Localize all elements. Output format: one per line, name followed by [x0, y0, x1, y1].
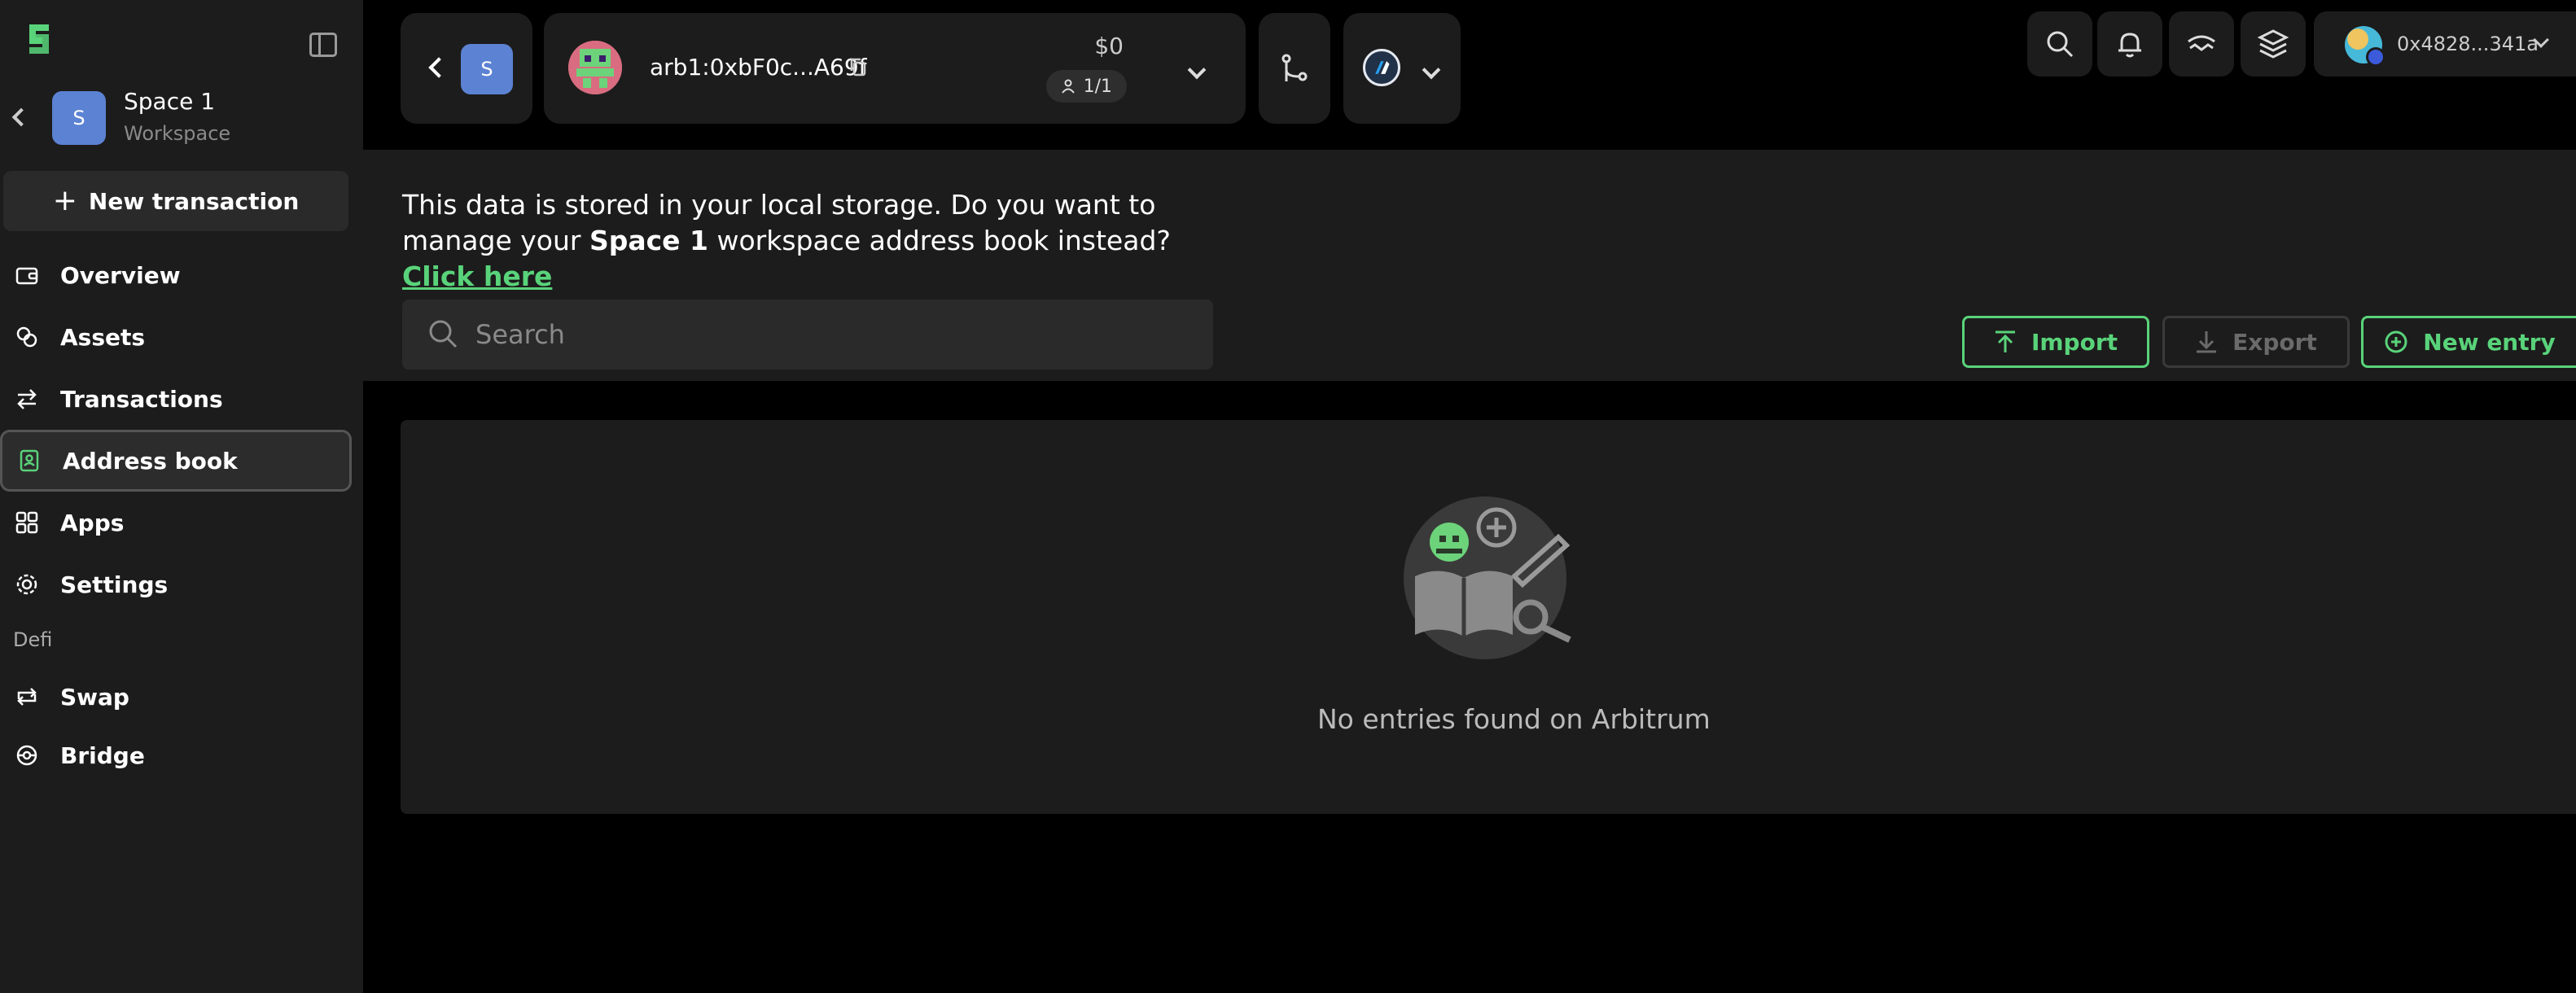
swap-icon — [17, 688, 37, 706]
empty-state-message: No entries found on Arbitrum — [1317, 703, 1711, 735]
transaction-builder-button[interactable] — [1259, 13, 1330, 124]
back-chevron-icon[interactable] — [428, 57, 449, 78]
safe-identicon-avatar — [568, 41, 622, 94]
connected-wallet-button[interactable]: 0x4828...341a — [2314, 11, 2576, 77]
safe-account-selector[interactable]: arb1:0xbF0c...A69f $0 1/1 — [544, 13, 1246, 124]
new-entry-label: New entry — [2423, 328, 2556, 356]
person-icon — [1061, 79, 1075, 94]
sidebar-item-assets[interactable]: Assets — [0, 306, 352, 368]
sidebar-item-label: Assets — [60, 323, 146, 351]
sidebar-item-label: Swap — [60, 683, 129, 711]
plus-icon: + — [52, 184, 77, 217]
import-label: Import — [2031, 328, 2118, 356]
empty-address-book-illustration — [1404, 496, 1571, 659]
chevron-down-icon[interactable] — [1187, 60, 1207, 80]
sidebar-item-label: Transactions — [60, 385, 223, 413]
download-icon — [2197, 331, 2217, 353]
sidebar-item-label: Settings — [60, 571, 169, 598]
address-book-header-panel: This data is stored in your local storag… — [363, 150, 2576, 381]
wallet-address: 0x4828...341a — [2397, 33, 2539, 55]
space-back-card[interactable]: S — [401, 13, 532, 124]
safe-address: arb1:0xbF0c...A69f — [650, 54, 867, 81]
sidebar-item-label: Apps — [60, 509, 125, 536]
network-selector[interactable] — [1343, 13, 1461, 124]
bell-icon — [2118, 33, 2141, 58]
sidebar: S Space 1 Workspace + New transaction Ov… — [0, 0, 363, 993]
space-avatar: S — [52, 91, 106, 145]
import-button[interactable]: Import — [1962, 316, 2149, 368]
copy-icon[interactable] — [848, 57, 866, 77]
sidebar-item-bridge[interactable]: Bridge — [0, 724, 352, 786]
search-field[interactable] — [402, 300, 1213, 370]
space-subtitle: Workspace — [124, 122, 231, 145]
gear-icon — [16, 574, 37, 595]
defi-section-label: Defi — [13, 628, 53, 651]
search-icon — [2047, 31, 2074, 58]
layers-button[interactable] — [2241, 11, 2306, 77]
wallet-avatar — [2345, 26, 2385, 67]
transfer-arrows-icon — [17, 389, 37, 409]
bridge-icon — [16, 745, 37, 766]
space-name: Space 1 — [124, 88, 216, 115]
chevron-down-icon[interactable] — [1422, 60, 1441, 80]
wallet-icon — [15, 267, 38, 285]
safe-balance: $0 — [1094, 33, 1124, 59]
new-transaction-button[interactable]: + New transaction — [3, 171, 348, 231]
click-here-link[interactable]: Click here — [402, 260, 552, 292]
address-book-icon — [20, 449, 39, 472]
local-storage-notice: This data is stored in your local storag… — [402, 187, 1216, 295]
space-selector[interactable]: S Space 1 Workspace — [0, 88, 363, 150]
export-label: Export — [2232, 328, 2317, 356]
search-icon — [429, 320, 458, 348]
notifications-button[interactable] — [2097, 11, 2162, 77]
notice-text: workspace address book instead? — [708, 225, 1171, 256]
search-input[interactable] — [475, 300, 1192, 370]
upload-icon — [1995, 330, 2015, 352]
space-avatar: S — [461, 44, 513, 94]
new-transaction-label: New transaction — [88, 187, 300, 215]
collapse-sidebar-icon[interactable] — [309, 33, 337, 57]
arbitrum-logo-icon — [1363, 49, 1400, 86]
walletconnect-icon — [2188, 35, 2215, 51]
branch-icon — [1281, 54, 1308, 81]
sidebar-item-label: Address book — [63, 447, 238, 475]
sidebar-item-settings[interactable]: Settings — [0, 553, 352, 615]
new-entry-button[interactable]: New entry — [2361, 316, 2576, 368]
owners-badge: 1/1 — [1045, 70, 1127, 103]
owners-count: 1/1 — [1083, 76, 1112, 97]
sidebar-item-label: Bridge — [60, 741, 145, 769]
layers-icon — [2257, 29, 2289, 59]
walletconnect-button[interactable] — [2169, 11, 2234, 77]
sidebar-item-apps[interactable]: Apps — [0, 492, 352, 553]
back-chevron-icon[interactable] — [11, 107, 31, 127]
export-button[interactable]: Export — [2162, 316, 2350, 368]
safe-logo-icon[interactable] — [18, 20, 60, 59]
search-button[interactable] — [2027, 11, 2092, 77]
empty-state-card: No entries found on Arbitrum — [401, 420, 2576, 814]
apps-grid-icon — [15, 511, 38, 534]
sidebar-item-overview[interactable]: Overview — [0, 244, 352, 306]
coins-icon — [16, 326, 37, 348]
notice-space-name: Space 1 — [589, 225, 708, 256]
sidebar-item-label: Overview — [60, 261, 181, 289]
plus-circle-icon — [2385, 330, 2407, 353]
sidebar-item-address-book[interactable]: Address book — [0, 430, 352, 492]
sidebar-item-transactions[interactable]: Transactions — [0, 368, 352, 430]
sidebar-item-swap[interactable]: Swap — [0, 666, 352, 728]
